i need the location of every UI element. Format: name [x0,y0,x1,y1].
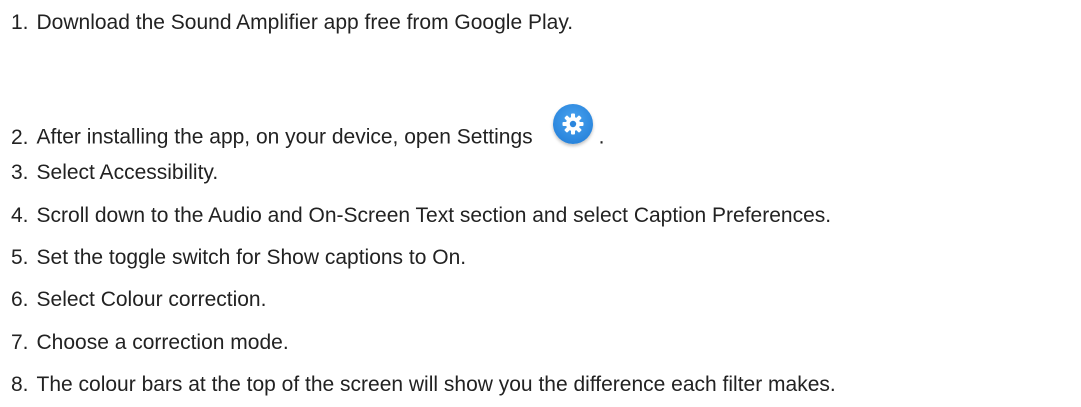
list-item: 3. Select Accessibility. [11,160,218,186]
list-item: 1. Download the Sound Amplifier app free … [11,10,573,36]
step-number: 5. [11,246,29,269]
step-number: 8. [11,373,29,396]
step-number: 1. [11,11,29,34]
step-number: 3. [11,161,29,184]
step-text: Select Accessibility. [36,161,219,184]
list-item: 7. Choose a correction mode. [11,330,289,356]
step-suffix: . [598,125,605,149]
step-text: The colour bars at the top of the screen… [36,373,836,396]
step-text: Set the toggle switch for Show captions … [36,246,467,269]
step-number: 2. [11,125,29,149]
list-item: 4. Scroll down to the Audio and On-Screen… [11,203,831,229]
settings-gear-icon [552,104,593,144]
list-item: 8. The colour bars at the top of the scre… [11,372,836,398]
step-text: Download the Sound Amplifier app free fr… [36,11,574,34]
step-number: 6. [11,288,29,311]
step-text: Select Colour correction. [36,288,267,311]
list-item: 2. After installing the app, on your devi… [11,104,605,158]
step-text: After installing the app, on your device… [36,125,533,149]
step-number: 4. [11,204,29,227]
list-item: 6. Select Colour correction. [11,287,266,313]
list-item: 5. Set the toggle switch for Show caption… [11,245,466,271]
step-number: 7. [11,331,29,354]
step-text: Scroll down to the Audio and On-Screen T… [36,204,832,227]
step-text: Choose a correction mode. [36,331,289,354]
